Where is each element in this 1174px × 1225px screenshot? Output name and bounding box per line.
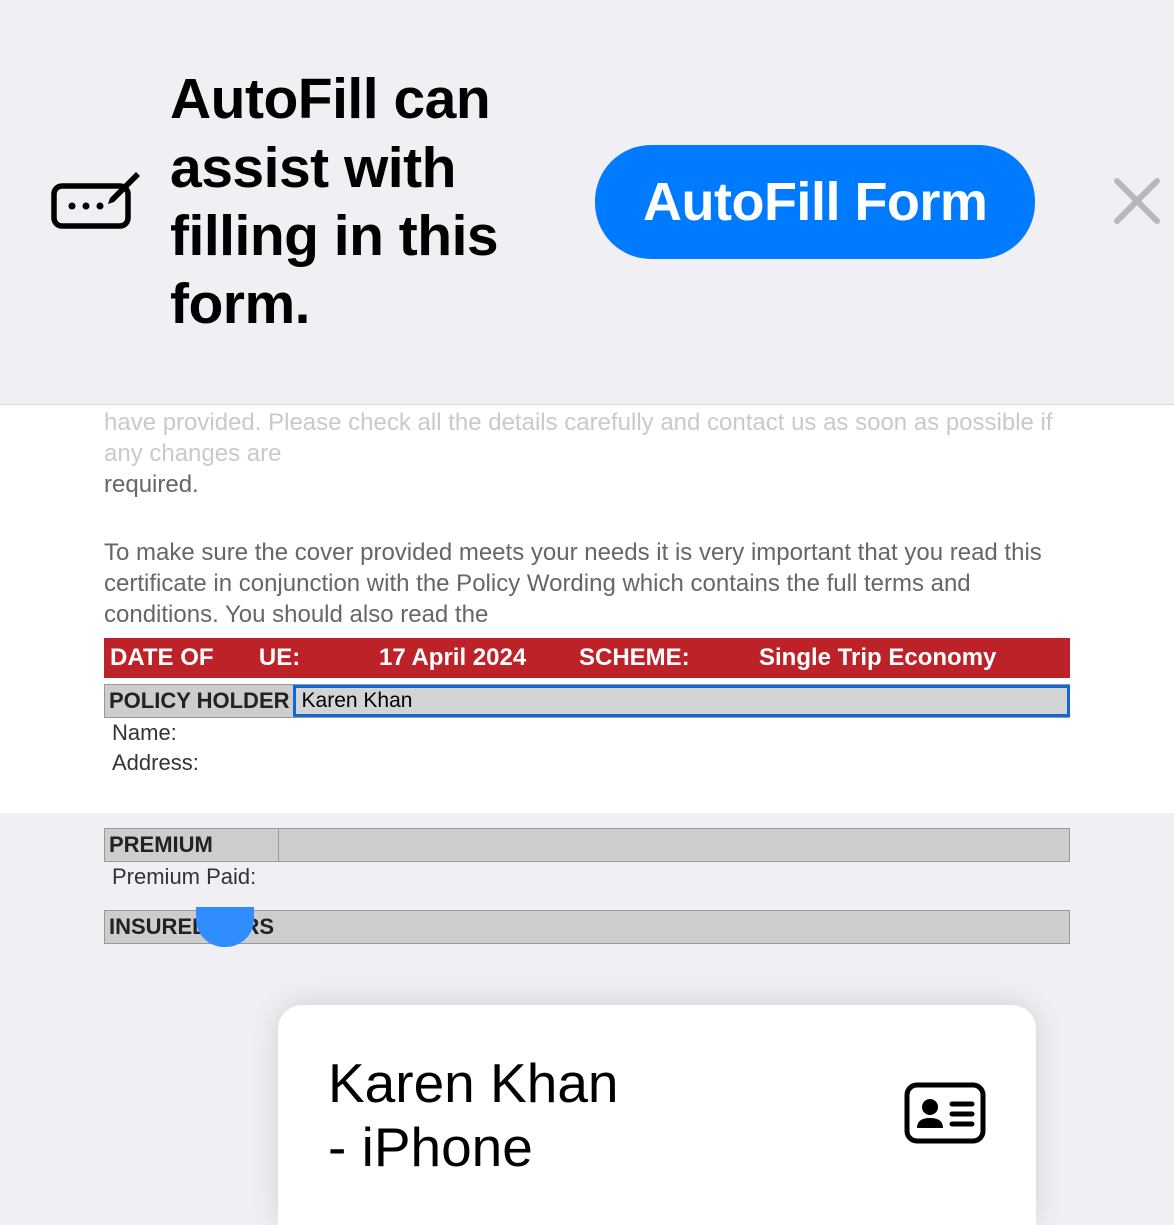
autofill-message: AutoFill can assist with filling in this…: [170, 65, 565, 339]
scheme-value: Single Trip Economy: [759, 644, 1070, 672]
close-button[interactable]: [1105, 169, 1169, 236]
suggestion-name: Karen Khan: [328, 1051, 874, 1115]
suggestion-source: - iPhone: [328, 1115, 874, 1179]
address-label: Address:: [104, 748, 1070, 778]
name-label: Name:: [104, 718, 1070, 748]
contact-card-icon: [904, 1082, 986, 1149]
policy-holder-row: POLICY HOLDER: [104, 684, 1070, 718]
date-of-issue-label-part1: DATE OF: [110, 644, 214, 671]
form-edit-icon: [50, 170, 140, 235]
date-of-issue-value: 17 April 2024: [379, 644, 579, 672]
close-icon: [1105, 169, 1169, 233]
autofill-banner: AutoFill can assist with filling in this…: [0, 0, 1174, 405]
autofill-form-button[interactable]: AutoFill Form: [595, 145, 1035, 259]
autofill-suggestion-popup[interactable]: Karen Khan - iPhone: [278, 1005, 1036, 1225]
form-section: POLICY HOLDER Name: Address: PREMIUM Pre…: [104, 684, 1070, 944]
document-viewport[interactable]: have provided. Please check all the deta…: [0, 405, 1174, 813]
premium-header: PREMIUM: [104, 828, 279, 862]
doc-paragraph-cutoff: have provided. Please check all the deta…: [0, 405, 1174, 501]
doc-paragraph-2: To make sure the cover provided meets yo…: [0, 537, 1174, 631]
suggestion-text: Karen Khan - iPhone: [328, 1051, 874, 1179]
scheme-label: SCHEME:: [579, 644, 759, 672]
policy-header-bar: DATE OF ISSUE: 17 April 2024 SCHEME: Sin…: [104, 638, 1070, 678]
date-of-issue-label-part2: UE:: [259, 644, 300, 671]
policy-holder-input[interactable]: [293, 685, 1070, 717]
premium-paid-label: Premium Paid:: [104, 862, 1070, 892]
policy-holder-label: POLICY HOLDER: [105, 685, 294, 717]
